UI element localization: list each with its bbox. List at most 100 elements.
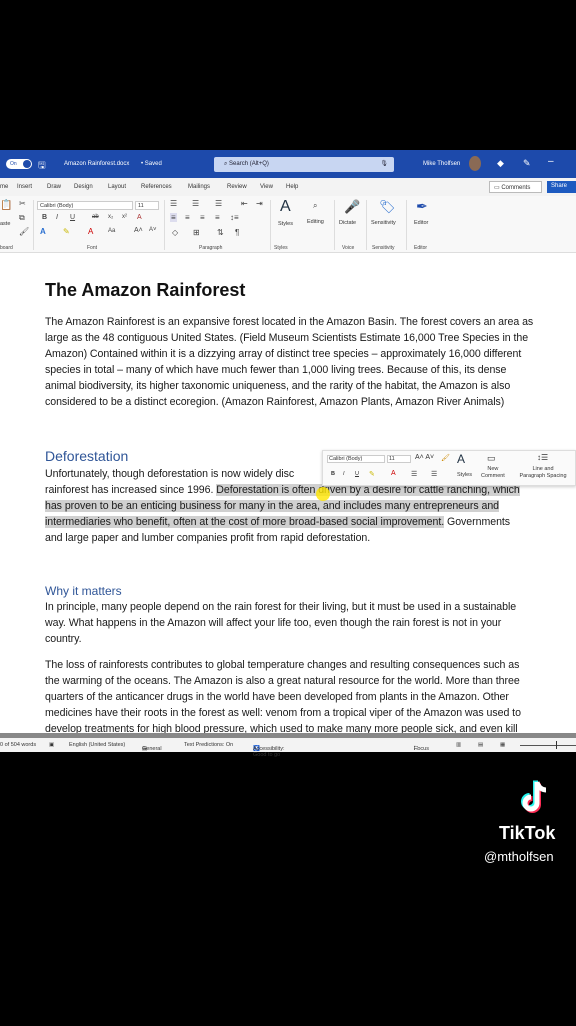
justify-icon[interactable]: ≡ <box>215 213 220 222</box>
shading-icon[interactable]: ◇ <box>172 228 178 237</box>
document-page[interactable]: The Amazon Rainforest The Amazon Rainfor… <box>0 253 576 738</box>
format-painter-icon[interactable]: 🖌 <box>19 227 29 236</box>
bullets-icon[interactable]: ☰ <box>411 470 417 478</box>
bold-icon[interactable]: B <box>331 471 335 477</box>
line-spacing-icon[interactable]: ↕≡ <box>230 213 239 222</box>
line-spacing-button[interactable]: Line and Paragraph Spacing <box>513 466 573 480</box>
superscript-icon[interactable]: x² <box>122 214 127 220</box>
text-line: Unfortunately, though deforestation is n… <box>45 468 294 480</box>
language[interactable]: English (United States) <box>69 742 125 748</box>
new-comment-button[interactable]: New Comment <box>481 466 505 480</box>
grow-font-icon[interactable]: A˄ A˅ <box>415 454 434 461</box>
save-icon[interactable]: 🖫 <box>38 158 46 174</box>
subscript-icon[interactable]: x₂ <box>108 214 113 220</box>
italic-icon[interactable]: I <box>56 214 58 221</box>
font-color-icon[interactable]: A <box>391 470 396 477</box>
highlight-icon[interactable]: ✎ <box>63 227 70 236</box>
text-effects-icon[interactable]: A <box>40 227 46 236</box>
tab-layout[interactable]: Layout <box>108 184 126 190</box>
copy-icon[interactable]: ⧉ <box>19 213 25 223</box>
paste-icon[interactable]: 📋 <box>0 200 12 211</box>
minimize-icon[interactable]: – <box>548 156 554 167</box>
autosave-toggle[interactable]: On <box>6 159 32 169</box>
sort-icon[interactable]: ⇅ <box>217 228 224 237</box>
proofing-icon[interactable]: ▣ <box>49 742 54 748</box>
format-painter-icon[interactable]: 🖌 <box>441 454 450 462</box>
web-layout-icon[interactable]: ▦ <box>500 742 505 748</box>
microphone-icon[interactable]: 🎙 <box>380 157 388 172</box>
borders-icon[interactable]: ⊞ <box>193 228 200 237</box>
numbering-icon[interactable]: ☰ <box>192 199 199 208</box>
editor-button[interactable]: Editor <box>414 220 428 226</box>
styles-icon[interactable]: A <box>457 452 465 466</box>
bullets-icon[interactable]: ☰ <box>170 199 177 208</box>
text-line: and large paper and lumber companies pro… <box>45 532 370 544</box>
text-line: country. <box>45 633 82 645</box>
user-name[interactable]: Mike Tholfsen <box>423 161 460 167</box>
show-formatting-icon[interactable]: ¶ <box>235 228 239 237</box>
word-count[interactable]: 0 of 504 words <box>0 742 36 748</box>
multilevel-list-icon[interactable]: ☰ <box>215 199 222 208</box>
shrink-font-icon[interactable]: A˅ <box>149 227 157 233</box>
align-left-icon[interactable]: ≡ <box>170 213 177 222</box>
highlight-icon[interactable]: ✎ <box>369 470 375 478</box>
font-color-icon[interactable]: A <box>88 227 93 236</box>
editor-icon[interactable]: ✒ <box>416 198 428 215</box>
sensitivity-icon[interactable]: 🏷 <box>379 199 396 215</box>
tab-review[interactable]: Review <box>227 184 247 190</box>
underline-icon[interactable]: U <box>355 471 359 477</box>
clear-formatting-icon[interactable]: A <box>137 214 142 221</box>
microphone-icon[interactable]: 🎤 <box>344 199 360 215</box>
numbering-icon[interactable]: ☰ <box>431 470 437 478</box>
mini-styles-button[interactable]: Styles <box>457 472 472 478</box>
search-editing-icon[interactable]: ⌕ <box>313 201 317 211</box>
text-predictions[interactable]: Text Predictions: On <box>184 742 233 748</box>
diamond-icon[interactable]: ◆ <box>497 158 504 169</box>
change-case-icon[interactable]: Aa <box>108 228 115 234</box>
voice-group-label: Voice <box>342 245 355 251</box>
pen-icon[interactable]: ✎ <box>523 158 531 169</box>
tab-insert[interactable]: Insert <box>17 184 32 190</box>
tab-design[interactable]: Design <box>74 184 93 190</box>
decrease-indent-icon[interactable]: ⇤ <box>241 199 248 208</box>
print-layout-icon[interactable]: ▤ <box>478 742 483 748</box>
dictate-button[interactable]: Dictate <box>339 220 356 226</box>
underline-icon[interactable]: U <box>70 214 75 221</box>
bold-icon[interactable]: B <box>42 214 47 221</box>
styles-icon[interactable]: A <box>280 198 291 216</box>
document-name[interactable]: Amazon Rainforest.docx <box>64 161 129 167</box>
grow-font-icon[interactable]: A˄ <box>134 227 143 234</box>
mini-size-select[interactable]: 11 <box>387 455 411 463</box>
spacing-label-1: Line and <box>532 466 554 472</box>
font-size-select[interactable]: 11 <box>135 201 159 210</box>
saved-status[interactable]: • Saved <box>141 161 162 167</box>
share-button[interactable]: Share <box>547 181 576 193</box>
search-input[interactable]: ⌕ Search (Alt+Q) 🎙 <box>214 157 394 172</box>
tab-references[interactable]: References <box>141 184 172 190</box>
avatar[interactable] <box>469 156 481 171</box>
styles-button[interactable]: Styles <box>278 221 293 227</box>
font-name-select[interactable]: Calibri (Body) <box>37 201 133 210</box>
cut-icon[interactable]: ✂ <box>19 199 26 208</box>
zoom-slider-thumb[interactable] <box>556 741 557 749</box>
align-right-icon[interactable]: ≡ <box>200 213 205 222</box>
tab-help[interactable]: Help <box>286 184 298 190</box>
mini-font-select[interactable]: Calibri (Body) <box>327 455 385 463</box>
tab-view[interactable]: View <box>260 184 273 190</box>
sensitivity-button[interactable]: Sensitivity <box>371 220 396 226</box>
tab-draw[interactable]: Draw <box>47 184 61 190</box>
comments-button[interactable]: ▭ Comments <box>489 181 542 193</box>
tab-mailings[interactable]: Mailings <box>188 184 210 190</box>
strikethrough-icon[interactable]: ab <box>92 214 99 220</box>
zoom-slider[interactable] <box>520 745 576 746</box>
line-spacing-icon[interactable]: ↕☰ <box>537 453 548 462</box>
text-line: medicines have their roots in the forest… <box>45 707 521 719</box>
increase-indent-icon[interactable]: ⇥ <box>256 199 263 208</box>
read-mode-icon[interactable]: ▥ <box>456 742 461 748</box>
align-center-icon[interactable]: ≡ <box>185 213 190 222</box>
italic-icon[interactable]: I <box>343 471 345 477</box>
new-comment-icon[interactable]: ▭ <box>487 453 496 464</box>
tab-home[interactable]: me <box>0 184 8 190</box>
editing-button[interactable]: Editing <box>307 219 324 225</box>
paste-button[interactable]: aste <box>0 221 10 227</box>
